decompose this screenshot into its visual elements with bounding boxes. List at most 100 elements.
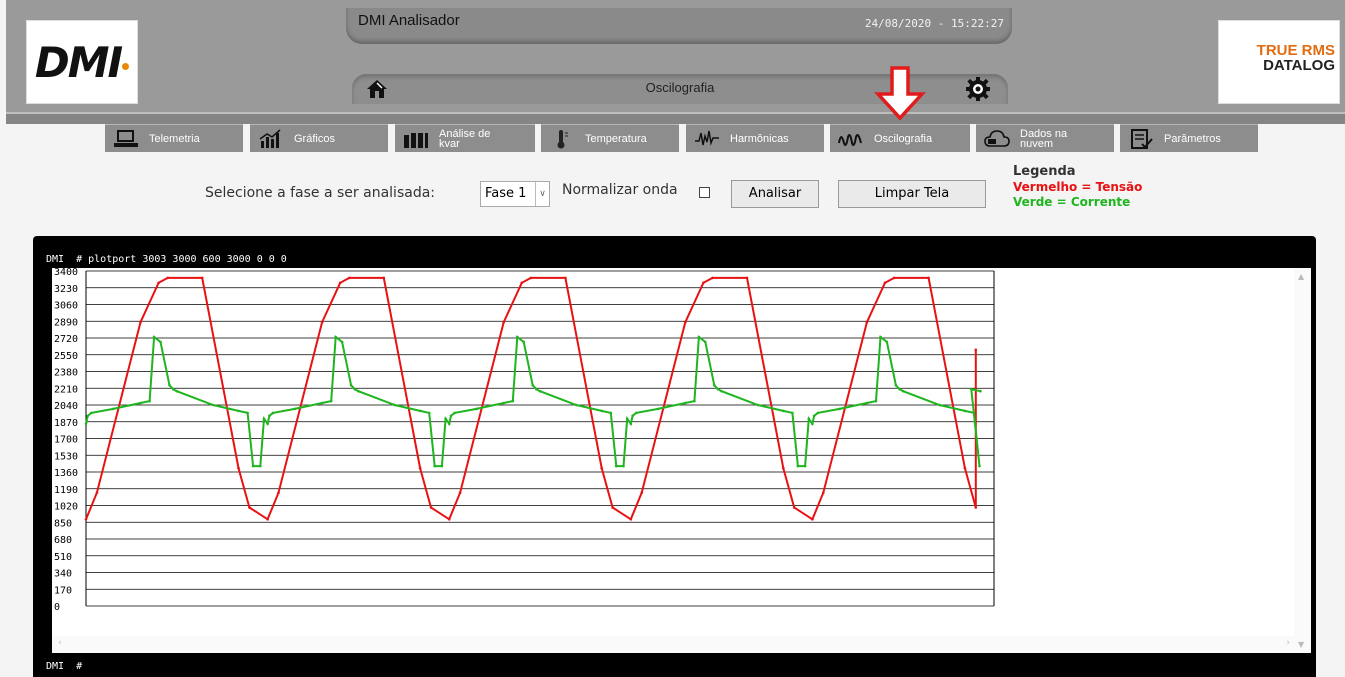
- vertical-scrollbar[interactable]: ▲ ▼: [1294, 268, 1311, 653]
- normalize-checkbox[interactable]: [699, 187, 710, 198]
- current-series-line-point: [353, 387, 357, 391]
- current-series-line-point: [879, 335, 882, 339]
- current-series-line-point: [516, 335, 519, 339]
- voltage-series-line-point: [822, 491, 825, 494]
- nav-telemetria[interactable]: Telemetria: [105, 124, 243, 152]
- nav-dados-nuvem[interactable]: Dados na nuvem: [976, 124, 1114, 152]
- voltage-series-line-point: [782, 466, 785, 470]
- voltage-series-line-point: [963, 466, 967, 470]
- clipboard-icon: [1131, 128, 1153, 149]
- current-series-line-point: [139, 401, 142, 405]
- current-series-line-point: [427, 411, 431, 415]
- clear-screen-button[interactable]: Limpar Tela: [838, 180, 986, 208]
- y-tick-label: 0: [54, 602, 60, 613]
- voltage-series-line-point: [200, 276, 204, 280]
- y-tick-label: 2720: [54, 334, 78, 345]
- nav-label: Oscilografia: [874, 132, 933, 145]
- voltage-series-line-point: [684, 320, 687, 324]
- analyze-button[interactable]: Analisar: [731, 180, 819, 208]
- voltage-series-line-point: [458, 491, 462, 494]
- logo-dot-icon: [122, 62, 130, 70]
- current-series-line-point: [938, 403, 941, 407]
- current-series-line-point: [970, 387, 973, 391]
- voltage-series-line-point: [711, 276, 714, 280]
- current-series-line-point: [453, 411, 456, 415]
- current-series-line-point: [320, 401, 324, 405]
- scroll-down-icon[interactable]: ▼: [1298, 640, 1304, 649]
- current-series-line-point: [522, 340, 525, 344]
- current-series-line-point: [357, 389, 360, 393]
- legend: Legenda Vermelho = Tensão Verde = Corren…: [1013, 163, 1142, 210]
- current-series-line-point: [791, 411, 794, 415]
- cloud-icon: [984, 129, 1010, 147]
- current-series-line-point: [575, 403, 578, 407]
- current-series-line-point: [259, 464, 262, 468]
- voltage-series-line-point: [237, 466, 240, 470]
- header-divider: [6, 112, 1345, 124]
- current-series-line-point: [262, 417, 266, 421]
- gear-icon[interactable]: [966, 77, 990, 101]
- current-series-line-point: [159, 340, 162, 344]
- current-series-line-point: [898, 387, 901, 391]
- nav-analise-kvar[interactable]: Análise de kvar: [395, 124, 535, 152]
- current-series-line-point: [148, 399, 151, 403]
- current-series-line-point: [531, 384, 534, 387]
- current-series-line-point: [86, 414, 90, 418]
- y-tick-label: 3230: [54, 284, 78, 295]
- voltage-series-line-point: [348, 276, 351, 280]
- main-nav: Telemetria Gráficos Análise de kvar Tempe…: [0, 124, 1345, 154]
- voltage-series-line-point: [248, 506, 251, 509]
- y-tick-label: 1700: [54, 435, 78, 446]
- nav-harmonicas[interactable]: Harmônicas: [686, 124, 824, 152]
- nav-parametros[interactable]: Parâmetros: [1120, 124, 1258, 152]
- y-tick-label: 680: [54, 535, 72, 546]
- current-series-line-point: [697, 335, 701, 339]
- current-series-line-point: [538, 389, 542, 393]
- voltage-series-line-point: [927, 276, 930, 280]
- y-tick-label: 510: [54, 552, 72, 563]
- phase-select[interactable]: Fase 1 ∨: [480, 181, 550, 207]
- y-tick-label: 340: [54, 569, 72, 580]
- y-tick-label: 2210: [54, 384, 78, 395]
- y-tick-label: 1530: [54, 451, 78, 462]
- voltage-series-line-point: [600, 466, 603, 470]
- legend-title: Legenda: [1013, 164, 1076, 179]
- voltage-series-line-point: [702, 281, 705, 285]
- nav-oscilografia[interactable]: Oscilografia: [830, 124, 970, 152]
- nav-label: Gráficos: [294, 132, 335, 145]
- current-series-line-point: [175, 389, 179, 393]
- current-series-line-point: [693, 399, 696, 403]
- current-series-line-point: [796, 464, 800, 468]
- nav-temperatura[interactable]: Temperatura: [541, 124, 679, 152]
- current-series-line-point: [684, 401, 687, 405]
- current-series-line-point: [444, 417, 447, 421]
- voltage-series-line-point: [277, 491, 280, 494]
- current-series-line-point: [271, 411, 275, 415]
- current-series-line-point: [535, 387, 538, 391]
- nav-label: Análise de kvar: [439, 128, 490, 149]
- harmonics-wave-icon: [695, 130, 719, 146]
- scroll-left-icon[interactable]: ‹: [58, 638, 62, 648]
- computer-icon: [114, 129, 138, 147]
- voltage-series-line-point: [520, 281, 524, 285]
- horizontal-scrollbar[interactable]: ‹ ›: [52, 636, 1294, 653]
- current-series-line-point: [901, 389, 905, 393]
- current-series-line-point: [838, 407, 841, 411]
- scroll-up-icon[interactable]: ▲: [1298, 272, 1304, 281]
- nav-graficos[interactable]: Gráficos: [250, 124, 388, 152]
- current-series-line-point: [90, 411, 93, 415]
- scroll-right-icon[interactable]: ›: [1286, 638, 1290, 648]
- voltage-series-line-point: [883, 281, 887, 285]
- voltage-series-line-point: [95, 491, 99, 494]
- current-series-line-point: [972, 411, 976, 415]
- current-series-line-point: [251, 464, 255, 468]
- voltage-series-line-point: [266, 518, 269, 521]
- current-series-line-point: [268, 414, 271, 418]
- current-series-line-point: [440, 464, 444, 468]
- y-tick-label: 2550: [54, 351, 78, 362]
- voltage-series-line-point: [792, 506, 796, 509]
- chevron-down-icon[interactable]: ∨: [535, 182, 549, 206]
- nav-label: Telemetria: [149, 132, 200, 145]
- true-rms-datalog-logo: TRUE RMS DATALOG: [1218, 20, 1340, 104]
- voltage-series-line-point: [320, 320, 324, 324]
